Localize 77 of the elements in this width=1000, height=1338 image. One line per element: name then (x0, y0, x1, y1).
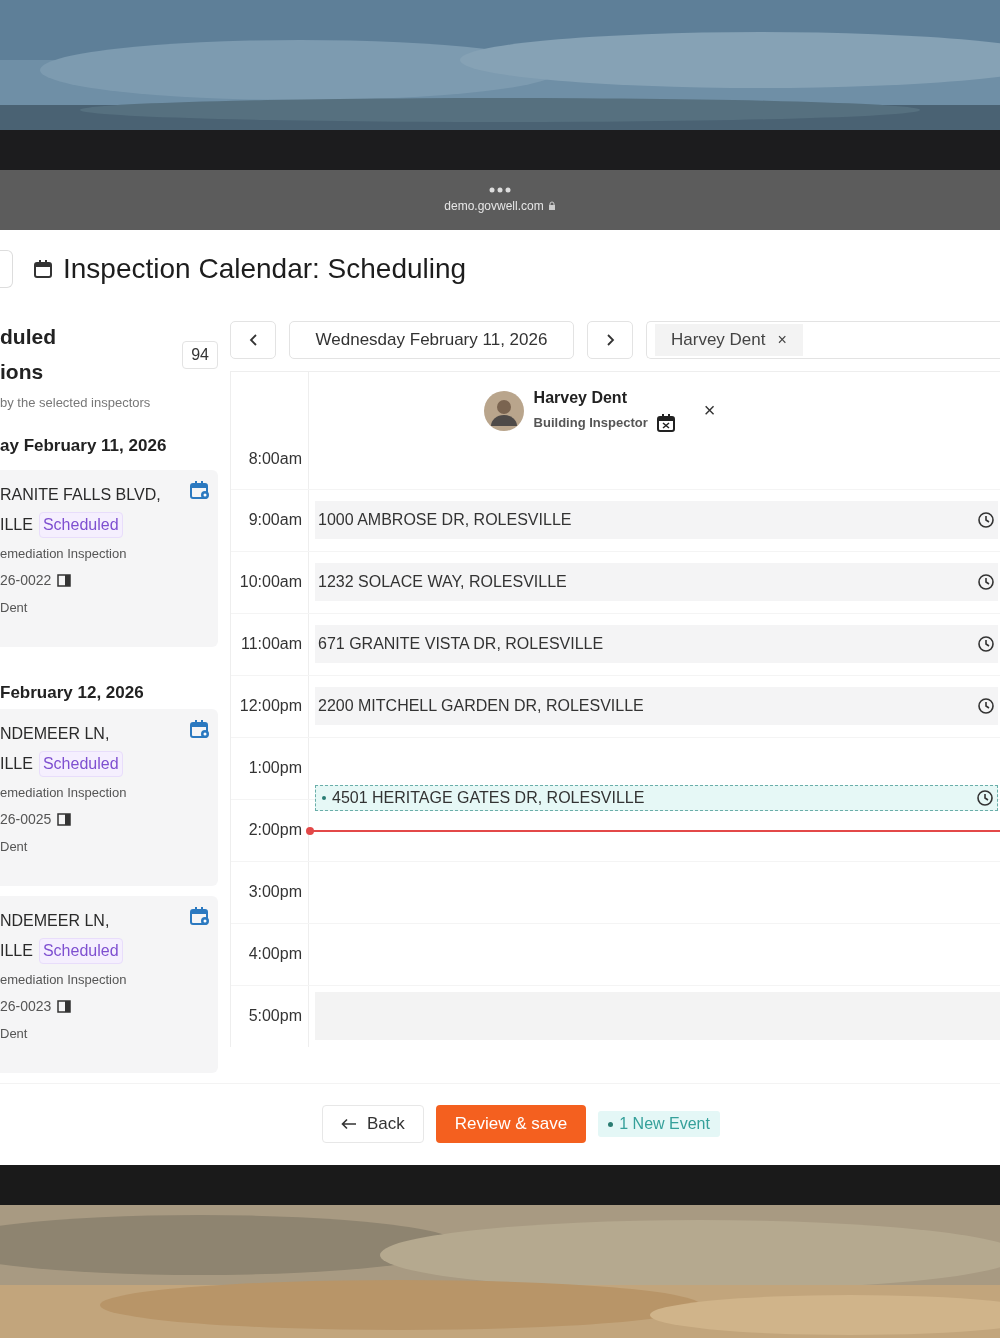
address-text: ILLE (0, 753, 33, 774)
avatar-icon (483, 390, 524, 431)
time-label: 4:00pm (231, 923, 309, 985)
chip-label: Harvey Dent (671, 329, 766, 350)
address-text: NDEMEER LN, (0, 723, 110, 744)
clock-icon (978, 698, 994, 715)
event-address: 1232 SOLACE WAY, ROLESVILLE (318, 573, 567, 592)
event-address: 1000 AMBROSE DR, ROLESVILLE (318, 511, 572, 530)
inspection-card[interactable]: NDEMEER LN, ILLE Scheduled emediation Inspection 26-0023 Dent (0, 895, 218, 1073)
new-event-badge: 1 New Event (598, 1111, 720, 1138)
status-badge: Scheduled (38, 511, 123, 538)
status-dot (322, 795, 326, 800)
address-text: ILLE (0, 940, 33, 961)
status-badge: Scheduled (38, 750, 123, 777)
inspector-name: Harvey Dent (533, 388, 628, 407)
calendar-event[interactable]: 1232 SOLACE WAY, ROLESVILLE (315, 563, 998, 602)
address-text: NDEMEER LN, (0, 910, 110, 931)
time-label: 10:00am (231, 551, 309, 613)
clock-icon (977, 789, 993, 806)
status-badge: Scheduled (38, 937, 123, 964)
inspection-type: emediation Inspection (0, 783, 127, 802)
time-label: 3:00pm (231, 861, 309, 923)
remove-chip-button[interactable]: × (777, 330, 787, 349)
chevron-right-icon (605, 333, 615, 346)
record-number: 26-0025 (0, 809, 52, 829)
inspection-card[interactable]: RANITE FALLS BLVD, ILLE Scheduled emediation Inspection 26-0022 Dent (0, 469, 218, 647)
inspector-name: Dent (0, 1024, 29, 1043)
time-label: 11:00am (231, 613, 309, 675)
arrow-left-icon (341, 1118, 357, 1131)
clock-icon (978, 574, 994, 591)
calendar-icon[interactable] (189, 905, 210, 926)
panel-icon[interactable] (57, 573, 72, 587)
inspection-type: emediation Inspection (0, 544, 128, 563)
clock-icon (978, 512, 994, 529)
inspector-filter-field[interactable]: Harvey Dent × (646, 320, 1000, 359)
calendar-icon[interactable] (189, 479, 210, 500)
address-text: ILLE (0, 514, 33, 535)
time-label: 12:00pm (231, 675, 309, 737)
date-field[interactable]: Wednesday February 11, 2026 (289, 320, 574, 359)
calendar-icon (33, 259, 53, 280)
clock-icon (978, 636, 994, 653)
time-label: 8:00am (231, 449, 309, 489)
calendar-x-icon[interactable] (655, 412, 676, 433)
more-icon[interactable] (489, 187, 511, 193)
event-address: 2200 MITCHELL GARDEN DR, ROLESVILLE (318, 697, 644, 716)
inspection-card[interactable]: NDEMEER LN, ILLE Scheduled emediation Inspection 26-0025 Dent (0, 708, 218, 886)
inspector-role: Building Inspector (533, 415, 648, 431)
panel-title: duled (0, 323, 56, 350)
address-text: demo.govwell.com (444, 199, 544, 213)
time-label: 5:00pm (231, 985, 309, 1047)
calendar-event[interactable]: 671 GRANITE VISTA DR, ROLESVILLE (315, 625, 998, 664)
address-text: RANITE FALLS BLVD, (0, 484, 161, 505)
panel-icon[interactable] (57, 999, 72, 1013)
date-heading: February 12, 2026 (0, 682, 145, 703)
close-button[interactable]: × (703, 399, 716, 423)
back-button[interactable]: Back (322, 1105, 424, 1144)
event-address: 671 GRANITE VISTA DR, ROLESVILLE (318, 635, 604, 654)
record-number: 26-0022 (0, 570, 52, 590)
page-title: Inspection Calendar: Scheduling (63, 253, 467, 286)
calendar-event[interactable]: 1000 AMBROSE DR, ROLESVILLE (315, 501, 998, 540)
panel-subtitle: by the selected inspectors (0, 394, 152, 410)
inspector-name: Dent (0, 837, 29, 856)
event-address: 4501 HERITAGE GATES DR, ROLESVILLE (332, 788, 646, 807)
new-event[interactable]: 4501 HERITAGE GATES DR, ROLESVILLE (315, 784, 998, 811)
calendar-event[interactable]: 2200 MITCHELL GARDEN DR, ROLESVILLE (315, 687, 998, 726)
calendar-icon[interactable] (189, 718, 210, 739)
inspector-name: Dent (0, 598, 29, 617)
inspection-type: emediation Inspection (0, 970, 127, 989)
lock-icon (547, 201, 556, 211)
time-label: 9:00am (231, 489, 309, 551)
date-heading: ay February 11, 2026 (0, 435, 168, 456)
count-badge: 94 (182, 340, 218, 369)
panel-title: ions (0, 358, 45, 385)
chevron-left-icon (248, 333, 258, 346)
panel-icon[interactable] (57, 812, 72, 826)
time-label: 1:00pm (231, 737, 309, 799)
record-number: 26-0023 (0, 996, 52, 1016)
